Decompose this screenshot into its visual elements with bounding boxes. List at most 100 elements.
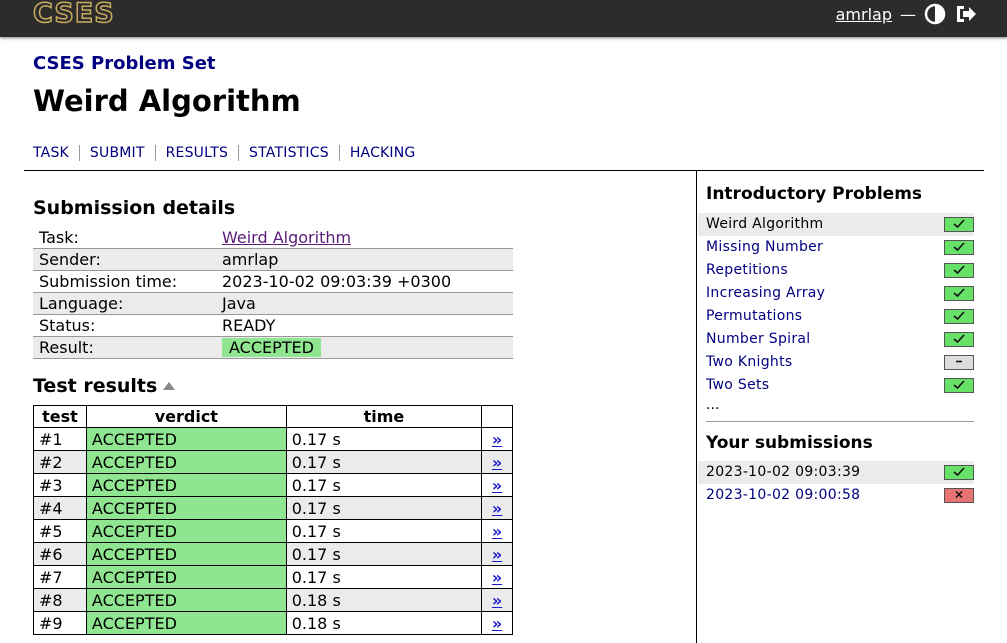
details-label: Sender: — [33, 248, 216, 271]
test-row: #2 ACCEPTED 0.17 s » — [33, 450, 513, 474]
sidebar-item-label[interactable]: Increasing Array — [706, 285, 825, 301]
task-link[interactable]: Weird Algorithm — [222, 228, 351, 247]
your-submissions-heading: Your submissions — [706, 433, 873, 453]
test-number: #4 — [33, 496, 87, 520]
collapse-triangle-icon[interactable] — [163, 382, 176, 390]
more-problems-ellipsis: ... — [706, 397, 720, 413]
details-row-language: Language: Java — [33, 292, 513, 315]
test-verdict: ACCEPTED — [85, 473, 287, 497]
content-divider — [24, 170, 984, 171]
test-time: 0.17 s — [285, 427, 483, 451]
test-verdict: ACCEPTED — [85, 427, 287, 451]
user-area: amrlap — — [836, 2, 978, 26]
sidebar-item-number-spiral: Number Spiral — [706, 328, 974, 351]
cses-logo[interactable]: CSES — [32, 0, 115, 28]
sidebar-item-repetitions: Repetitions — [706, 259, 974, 282]
sidebar-item-label[interactable]: Number Spiral — [706, 331, 810, 347]
sidebar-item-label[interactable]: Missing Number — [706, 239, 823, 255]
test-time: 0.17 s — [285, 496, 483, 520]
sidebar-item-increasing-array: Increasing Array — [706, 282, 974, 305]
sidebar-item-permutations: Permutations — [706, 305, 974, 328]
top-bar: CSES amrlap — — [0, 0, 1007, 37]
details-label: Status: — [33, 314, 216, 337]
result-badge: ACCEPTED — [222, 338, 321, 357]
details-row-result: Result: ACCEPTED — [33, 336, 513, 359]
solved-check-icon — [944, 309, 974, 324]
test-time: 0.17 s — [285, 565, 483, 589]
test-verdict: ACCEPTED — [85, 496, 287, 520]
test-verdict: ACCEPTED — [85, 565, 287, 589]
test-details-link[interactable]: » — [492, 453, 502, 472]
submission-details-heading: Submission details — [33, 197, 236, 219]
test-verdict: ACCEPTED — [85, 611, 287, 635]
contrast-toggle-icon[interactable] — [924, 3, 946, 25]
sidebar-item-two-sets: Two Sets — [706, 374, 974, 397]
tab-task[interactable]: TASK — [33, 145, 69, 161]
test-row: #6 ACCEPTED 0.17 s » — [33, 542, 513, 566]
breadcrumb-problem-set[interactable]: CSES Problem Set — [33, 53, 216, 74]
sidebar: Introductory Problems Weird Algorithm Mi… — [698, 184, 974, 507]
sidebar-item-label[interactable]: Repetitions — [706, 262, 788, 278]
status-value: READY — [216, 314, 513, 337]
test-results-header-row: test verdict time — [33, 405, 513, 428]
not-attempted-dash-icon — [944, 355, 974, 370]
test-number: #9 — [33, 611, 87, 635]
details-label: Task: — [33, 227, 216, 249]
details-label: Submission time: — [33, 270, 216, 293]
test-details-link[interactable]: » — [492, 522, 502, 541]
details-row-time: Submission time: 2023-10-02 09:03:39 +03… — [33, 270, 513, 293]
sidebar-item-missing-number: Missing Number — [706, 236, 974, 259]
test-details-link[interactable]: » — [492, 614, 502, 633]
solved-check-icon — [944, 263, 974, 278]
test-details-link[interactable]: » — [492, 430, 502, 449]
sidebar-divider — [696, 170, 697, 643]
test-details-link[interactable]: » — [492, 499, 502, 518]
test-details-link[interactable]: » — [492, 591, 502, 610]
language-value: Java — [216, 292, 513, 315]
submission-item: 2023-10-02 09:00:58 — [706, 484, 974, 507]
sidebar-heading: Introductory Problems — [706, 184, 923, 204]
test-verdict: ACCEPTED — [85, 588, 287, 612]
test-time: 0.18 s — [285, 588, 483, 612]
sidebar-separator — [706, 421, 974, 422]
tab-hacking[interactable]: HACKING — [350, 145, 416, 161]
solved-check-icon — [944, 378, 974, 393]
page-title: Weird Algorithm — [33, 84, 301, 118]
test-number: #5 — [33, 519, 87, 543]
sidebar-item-weird-algorithm: Weird Algorithm — [698, 213, 974, 236]
sender-value: amrlap — [216, 248, 513, 271]
col-verdict: verdict — [85, 405, 287, 428]
solved-check-icon — [944, 332, 974, 347]
sidebar-item-label: Weird Algorithm — [706, 216, 824, 232]
test-time: 0.17 s — [285, 450, 483, 474]
submission-time-link[interactable]: 2023-10-02 09:00:58 — [706, 487, 860, 503]
test-time: 0.17 s — [285, 519, 483, 543]
test-details-link[interactable]: » — [492, 568, 502, 587]
test-row: #5 ACCEPTED 0.17 s » — [33, 519, 513, 543]
test-results-title: Test results — [33, 375, 158, 397]
test-verdict: ACCEPTED — [85, 450, 287, 474]
logout-icon[interactable] — [954, 3, 978, 25]
tab-submit[interactable]: SUBMIT — [90, 145, 145, 161]
test-number: #6 — [33, 542, 87, 566]
tab-results[interactable]: RESULTS — [166, 145, 228, 161]
test-details-link[interactable]: » — [492, 476, 502, 495]
test-number: #8 — [33, 588, 87, 612]
sidebar-item-label[interactable]: Permutations — [706, 308, 802, 324]
test-time: 0.17 s — [285, 473, 483, 497]
col-link — [481, 405, 513, 428]
test-details-link[interactable]: » — [492, 545, 502, 564]
sidebar-item-label[interactable]: Two Knights — [706, 354, 793, 370]
test-verdict: ACCEPTED — [85, 542, 287, 566]
col-test: test — [33, 405, 87, 428]
username-link[interactable]: amrlap — [836, 5, 892, 24]
sidebar-item-label[interactable]: Two Sets — [706, 377, 769, 393]
details-row-sender: Sender: amrlap — [33, 248, 513, 271]
tab-statistics[interactable]: STATISTICS — [249, 145, 329, 161]
test-row: #3 ACCEPTED 0.17 s » — [33, 473, 513, 497]
col-time: time — [285, 405, 483, 428]
nav-divider — [154, 145, 156, 161]
rejected-x-icon — [944, 488, 974, 503]
test-number: #2 — [33, 450, 87, 474]
details-label: Result: — [33, 336, 216, 359]
